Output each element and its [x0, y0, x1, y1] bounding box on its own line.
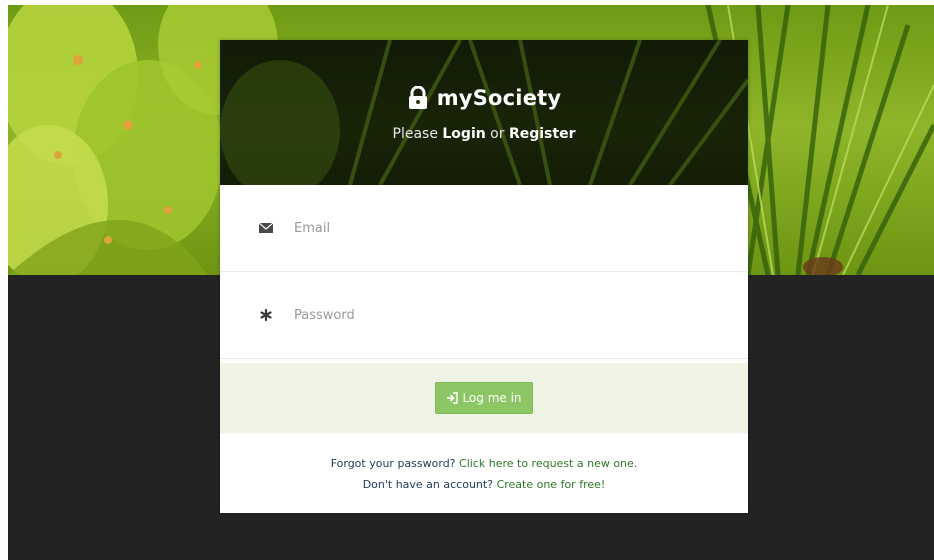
footer-links: Forgot your password? Click here to requ… — [220, 433, 748, 513]
password-row — [220, 272, 748, 359]
asterisk-icon — [258, 307, 274, 323]
signup-text: Don't have an account? — [362, 478, 494, 491]
login-button[interactable]: Log me in — [435, 382, 533, 414]
brand-title: mySociety — [436, 86, 562, 110]
sign-in-icon — [447, 392, 459, 404]
email-row — [220, 185, 748, 272]
header-overlay — [220, 40, 748, 185]
action-bar: Log me in — [220, 363, 748, 433]
password-field[interactable] — [294, 300, 714, 330]
prompt-prefix: Please — [392, 126, 443, 142]
register-link[interactable]: Register — [509, 126, 576, 142]
envelope-icon — [258, 220, 274, 236]
login-link[interactable]: Login — [442, 126, 485, 142]
signup-line: Don't have an account? Create one for fr… — [220, 478, 748, 491]
login-button-label: Log me in — [462, 391, 522, 405]
lock-icon — [408, 86, 427, 109]
prompt-connector: or — [485, 126, 509, 142]
forgot-password-text: Forgot your password? — [330, 457, 456, 470]
signup-link[interactable]: Create one for free! — [497, 478, 606, 491]
email-field[interactable] — [294, 213, 714, 243]
card-header: mySociety Please Login or Register — [220, 40, 748, 185]
forgot-password-link[interactable]: Click here to request a new one. — [459, 457, 637, 470]
brand: mySociety — [220, 86, 748, 110]
page-background: mySociety Please Login or Register Email… — [8, 5, 934, 560]
login-card: mySociety Please Login or Register Email… — [220, 40, 748, 513]
forgot-password-line: Forgot your password? Click here to requ… — [220, 457, 748, 470]
auth-prompt: Please Login or Register — [220, 126, 748, 142]
